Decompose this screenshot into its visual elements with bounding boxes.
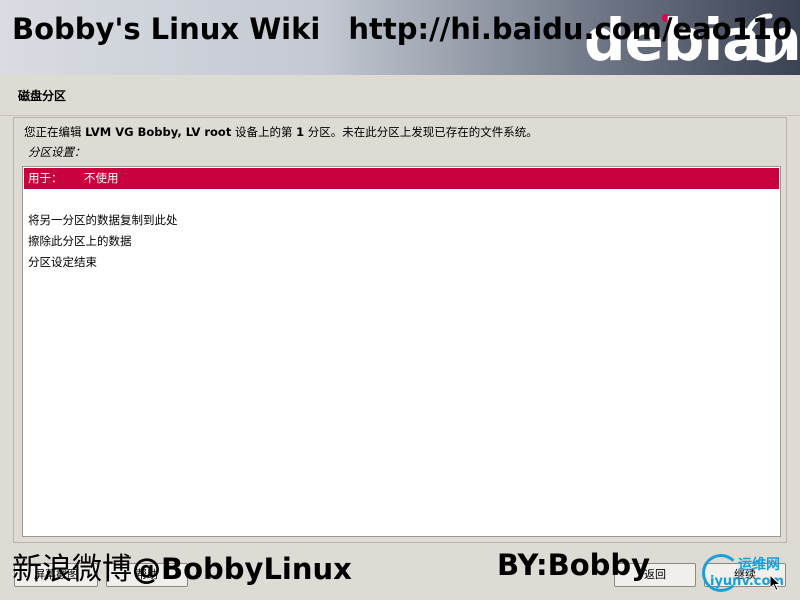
list-item-copy-data[interactable]: 将另一分区的数据复制到此处 bbox=[24, 210, 779, 231]
partition-settings-heading: 分区设置： bbox=[28, 145, 86, 159]
desc-device: LVM VG Bobby, LV root bbox=[85, 125, 232, 139]
list-item-use-as[interactable]: 用于： 不使用 bbox=[24, 168, 779, 189]
list-item-value: 不使用 bbox=[84, 171, 119, 185]
desc-middle: 设备上的第 bbox=[231, 125, 297, 139]
page-title: 磁盘分区 bbox=[18, 89, 67, 103]
step-title-bar: 磁盘分区 bbox=[0, 75, 800, 116]
list-item-key: 用于： bbox=[28, 171, 63, 185]
site-name-cn: 运维网 bbox=[738, 557, 780, 573]
author-watermark: BY:Bobby bbox=[497, 548, 651, 582]
weibo-watermark: 新浪微博@BobbyLinux bbox=[12, 544, 352, 588]
desc-number: 1 bbox=[296, 125, 305, 139]
list-item-done[interactable]: 分区设定结束 bbox=[24, 252, 779, 273]
watermark-url: http://hi.baidu.com/eao110 bbox=[348, 12, 793, 46]
installer-header: debian Bobby's Linux Wiki http://hi.baidu… bbox=[0, 0, 800, 75]
content-panel: 您正在编辑 LVM VG Bobby, LV root 设备上的第 1 分区。未… bbox=[13, 117, 787, 543]
list-item-erase-data[interactable]: 擦除此分区上的数据 bbox=[24, 231, 779, 252]
desc-suffix: 分区。未在此分区上发现已存在的文件系统。 bbox=[304, 125, 538, 139]
weibo-handle: @BobbyLinux bbox=[132, 552, 352, 586]
header-watermark: Bobby's Linux Wiki http://hi.baidu.com/ea… bbox=[12, 12, 792, 46]
partition-settings-list[interactable]: 用于： 不使用 将另一分区的数据复制到此处 擦除此分区上的数据 分区设定结束 bbox=[22, 166, 781, 537]
partition-description: 您正在编辑 LVM VG Bobby, LV root 设备上的第 1 分区。未… bbox=[24, 124, 538, 140]
watermark-title: Bobby's Linux Wiki bbox=[12, 12, 321, 46]
desc-prefix: 您正在编辑 bbox=[24, 125, 86, 139]
mouse-pointer-icon bbox=[770, 575, 782, 591]
weibo-label: 新浪微博 bbox=[12, 552, 132, 587]
